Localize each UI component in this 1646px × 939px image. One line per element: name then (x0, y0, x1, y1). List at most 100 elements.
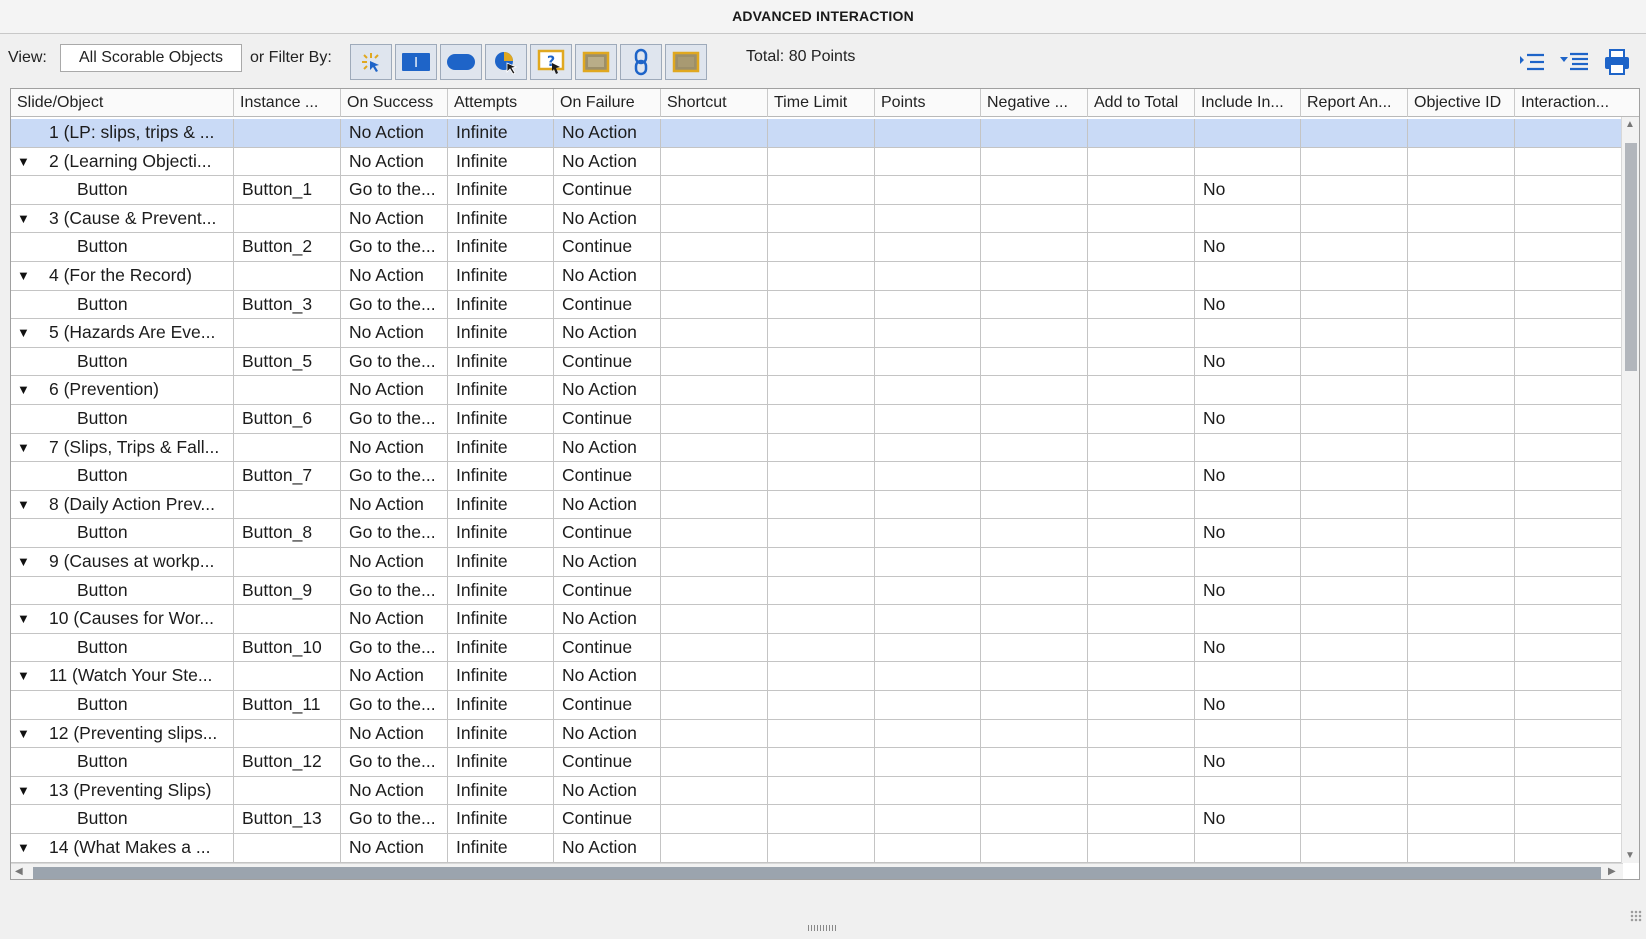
slide-row[interactable]: ▼ 11 (Watch Your Ste... No Action Infinite N… (11, 662, 1623, 691)
scroll-down-icon[interactable]: ▼ (1625, 850, 1635, 861)
resize-grip-icon[interactable] (1630, 910, 1642, 922)
filter-quiz-button[interactable]: ? (530, 44, 572, 80)
scroll-right-icon[interactable]: ▶ (1608, 866, 1616, 877)
view-select[interactable]: All Scorable Objects (60, 44, 242, 72)
collapse-all-button[interactable] (1558, 46, 1590, 78)
filter-rollover-button[interactable] (485, 44, 527, 80)
col-slide-object-cell[interactable]: ▼ 13 (Preventing Slips) (11, 776, 234, 805)
col-slide-object-cell[interactable]: ▼ 5 (Hazards Are Eve... (11, 319, 234, 347)
slide-row[interactable]: ▼ 13 (Preventing Slips) No Action Infinite N… (11, 776, 1623, 806)
object-row[interactable]: Button Button_8 Go to the... Infinite Contin… (11, 519, 1623, 548)
expand-toggle-icon[interactable]: ▼ (17, 720, 30, 748)
col-slide-object-cell[interactable]: Button (11, 576, 234, 605)
slide-row[interactable]: ▼ 7 (Slips, Trips & Fall... No Action Infin… (11, 433, 1623, 463)
col-instance-name-header[interactable]: Instance ... (234, 89, 341, 117)
expand-toggle-icon[interactable]: ▼ (17, 605, 30, 633)
col-slide-object-cell[interactable]: 1 (LP: slips, trips & ... (11, 119, 234, 147)
filter-image-button[interactable] (575, 44, 617, 80)
slide-row[interactable]: ▼ 10 (Causes for Wor... No Action Infinite N… (11, 605, 1623, 634)
expand-toggle-icon[interactable]: ▼ (17, 262, 30, 290)
object-row[interactable]: Button Button_2 Go to the... Infinite Contin… (11, 233, 1623, 262)
expand-toggle-icon[interactable]: ▼ (17, 777, 30, 805)
col-slide-object-cell[interactable]: ▼ 4 (For the Record) (11, 262, 234, 290)
col-attempts-header[interactable]: Attempts (448, 89, 554, 117)
col-slide-object-cell[interactable]: Button (11, 691, 234, 719)
col-slide-object-cell[interactable]: ▼ 9 (Causes at workp... (11, 548, 234, 576)
col-include-in-header[interactable]: Include In... (1195, 89, 1301, 117)
expand-toggle-icon[interactable]: ▼ (17, 319, 30, 347)
col-slide-object-cell[interactable]: Button (11, 748, 234, 776)
horizontal-scrollbar[interactable]: ◀ ▶ (11, 863, 1623, 879)
expand-toggle-icon[interactable]: ▼ (17, 662, 30, 690)
slide-row[interactable]: ▼ 9 (Causes at workp... No Action Infinite N… (11, 548, 1623, 577)
col-report-answers-header[interactable]: Report An... (1301, 89, 1408, 117)
col-slide-object-cell[interactable]: Button (11, 290, 234, 319)
slide-row[interactable]: ▼ 14 (What Makes a ... No Action Infinite No… (11, 834, 1623, 863)
col-slide-object-cell[interactable]: Button (11, 633, 234, 662)
col-slide-object-cell[interactable]: Button (11, 233, 234, 261)
col-slide-object-cell[interactable]: Button (11, 805, 234, 833)
object-row[interactable]: Button Button_11 Go to the... Infinite Conti… (11, 691, 1623, 720)
col-slide-object-header[interactable]: Slide/Object (11, 89, 234, 117)
slide-row[interactable]: ▼ 2 (Learning Objecti... No Action Infinite… (11, 147, 1623, 177)
col-slide-object-cell[interactable]: Button (11, 462, 234, 490)
col-slide-object-cell[interactable]: Button (11, 347, 234, 376)
slide-row[interactable]: ▼ 5 (Hazards Are Eve... No Action Infinite N… (11, 319, 1623, 348)
filter-button-shape-button[interactable] (440, 44, 482, 80)
scroll-left-icon[interactable]: ◀ (15, 866, 23, 877)
expand-toggle-icon[interactable]: ▼ (17, 205, 30, 233)
col-slide-object-cell[interactable]: Button (11, 176, 234, 204)
col-slide-object-cell[interactable]: ▼ 2 (Learning Objecti... (11, 147, 234, 176)
object-row[interactable]: Button Button_6 Go to the... Infinite Contin… (11, 405, 1623, 434)
object-row[interactable]: Button Button_3 Go to the... Infinite Contin… (11, 290, 1623, 320)
expand-toggle-icon[interactable]: ▼ (17, 434, 30, 462)
splitter-handle[interactable] (808, 925, 838, 931)
col-shortcut-header[interactable]: Shortcut (661, 89, 768, 117)
expand-toggle-icon[interactable]: ▼ (17, 148, 30, 176)
col-slide-object-cell[interactable]: ▼ 8 (Daily Action Prev... (11, 490, 234, 519)
col-slide-object-cell[interactable]: Button (11, 519, 234, 547)
col-on-failure-header[interactable]: On Failure (554, 89, 661, 117)
slide-row[interactable]: ▼ 12 (Preventing slips... No Action Infinit… (11, 719, 1623, 749)
col-slide-object-cell[interactable]: ▼ 3 (Cause & Prevent... (11, 204, 234, 233)
vertical-scrollbar[interactable]: ▲ ▼ (1621, 117, 1639, 863)
col-objective-id-header[interactable]: Objective ID (1408, 89, 1515, 117)
col-time-limit-header[interactable]: Time Limit (768, 89, 875, 117)
object-row[interactable]: Button Button_1 Go to the... Infinite Contin… (11, 176, 1623, 205)
print-button[interactable] (1601, 46, 1633, 78)
col-slide-object-cell[interactable]: ▼ 6 (Prevention) (11, 376, 234, 404)
object-row[interactable]: Button Button_5 Go to the... Infinite Contin… (11, 347, 1623, 377)
vertical-scroll-thumb[interactable] (1625, 143, 1637, 371)
expand-toggle-icon[interactable]: ▼ (17, 834, 30, 862)
filter-hyperlink-button[interactable] (620, 44, 662, 80)
object-row[interactable]: Button Button_13 Go to the... Infinite Conti… (11, 805, 1623, 834)
slide-row[interactable]: ▼ 6 (Prevention) No Action Infinite No Actio… (11, 376, 1623, 405)
filter-text-entry-button[interactable]: I (395, 44, 437, 80)
slide-row[interactable]: ▼ 3 (Cause & Prevent... No Action Infinite N… (11, 204, 1623, 234)
col-slide-object-cell[interactable]: ▼ 12 (Preventing slips... (11, 719, 234, 748)
object-row[interactable]: Button Button_12 Go to the... Infinite Conti… (11, 748, 1623, 777)
filter-click-box-button[interactable] (350, 44, 392, 80)
col-add-to-total-header[interactable]: Add to Total (1088, 89, 1195, 117)
col-interaction-id-header[interactable]: Interaction... (1515, 89, 1639, 117)
object-row[interactable]: Button Button_10 Go to the... Infinite Conti… (11, 633, 1623, 663)
filter-widget-button[interactable] (665, 44, 707, 80)
col-slide-object-cell[interactable]: Button (11, 405, 234, 433)
slide-row[interactable]: ▼ 4 (For the Record) No Action Infinite No A… (11, 262, 1623, 291)
slide-row[interactable]: ▼ 8 (Daily Action Prev... No Action Infinit… (11, 490, 1623, 520)
expand-toggle-icon[interactable]: ▼ (17, 376, 30, 404)
expand-toggle-icon[interactable]: ▼ (17, 491, 30, 519)
col-negative-header[interactable]: Negative ... (981, 89, 1088, 117)
col-points-header[interactable]: Points (875, 89, 981, 117)
col-slide-object-cell[interactable]: ▼ 10 (Causes for Wor... (11, 605, 234, 633)
object-row[interactable]: Button Button_7 Go to the... Infinite Contin… (11, 462, 1623, 491)
col-slide-object-cell[interactable]: ▼ 7 (Slips, Trips & Fall... (11, 433, 234, 462)
slide-row[interactable]: 1 (LP: slips, trips & ... No Action Infini… (11, 119, 1623, 148)
expand-toggle-icon[interactable]: ▼ (17, 548, 30, 576)
expand-all-button[interactable] (1516, 46, 1548, 78)
horizontal-scroll-thumb[interactable] (33, 867, 1601, 879)
col-slide-object-cell[interactable]: ▼ 11 (Watch Your Ste... (11, 662, 234, 690)
object-row[interactable]: Button Button_9 Go to the... Infinite Contin… (11, 576, 1623, 606)
scroll-up-icon[interactable]: ▲ (1625, 119, 1635, 130)
col-on-success-header[interactable]: On Success (341, 89, 448, 117)
